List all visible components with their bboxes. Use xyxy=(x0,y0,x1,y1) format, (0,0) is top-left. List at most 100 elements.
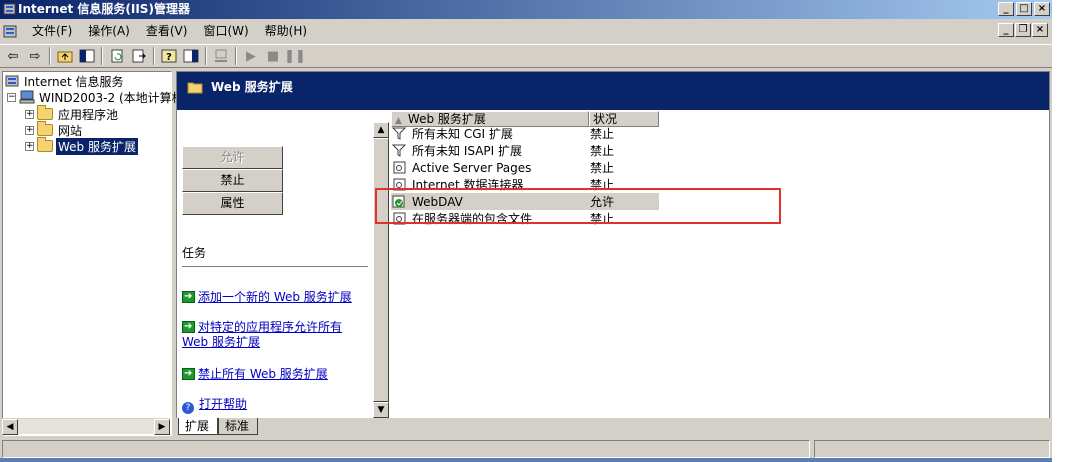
toolbar: ⇦ ⇨ ? ▶ ■ ❚❚ xyxy=(0,44,1052,68)
forward-icon[interactable]: ⇨ xyxy=(24,46,46,66)
tree-item-web-service-extensions[interactable]: + Web 服务扩展 xyxy=(25,136,139,156)
action-panel: 允许 禁止 属性 任务 添加一个新的 Web 服务扩展 对特定的应用程序允许所有… xyxy=(177,110,373,418)
computer-icon[interactable] xyxy=(210,46,232,66)
scroll-left-button[interactable]: ◀ xyxy=(2,419,18,435)
column-label: Web 服务扩展 xyxy=(407,112,486,126)
task-label: 打开帮助 xyxy=(199,397,248,411)
tree-root-label: Internet 信息服务 xyxy=(24,74,124,89)
mmc-document-icon xyxy=(3,25,17,38)
tree-item-label: Web 服务扩展 xyxy=(55,136,139,156)
details-pane: Web 服务扩展 允许 禁止 属性 任务 添加一个新的 Web 服务扩展 对特定… xyxy=(176,71,1050,418)
iis-app-icon xyxy=(3,3,16,15)
toolbar-separator xyxy=(153,47,155,65)
export-icon[interactable] xyxy=(128,46,150,66)
tree-computer[interactable]: − WIND2003-2 (本地计算机) xyxy=(7,89,190,105)
filter-icon xyxy=(391,144,407,158)
pane-title: Web 服务扩展 xyxy=(211,80,293,94)
menu-window[interactable]: 窗口(W) xyxy=(195,21,256,41)
toolbar-separator xyxy=(205,47,207,65)
status-panel-secondary xyxy=(814,440,1050,458)
computer-icon xyxy=(19,90,35,104)
title-bar[interactable]: Internet 信息服务(IIS)管理器 _ □ × xyxy=(0,0,1052,19)
scroll-up-button[interactable]: ▲ xyxy=(373,122,389,138)
folder-icon xyxy=(37,137,53,152)
expand-icon[interactable]: + xyxy=(25,125,34,135)
iis-manager-window: Internet 信息服务(IIS)管理器 _ □ × 文件(F) 操作(A) … xyxy=(0,0,1052,462)
tab-standard[interactable]: 标准 xyxy=(218,418,259,435)
task-arrow-icon xyxy=(182,289,195,304)
mdi-minimize-button[interactable]: _ xyxy=(998,23,1014,37)
pause-icon[interactable]: ❚❚ xyxy=(284,46,306,66)
taskbar-edge xyxy=(0,458,1052,462)
task-label: 添加一个新的 Web 服务扩展 xyxy=(198,290,352,304)
tree-item-label: 网站 xyxy=(58,123,83,138)
up-folder-icon[interactable] xyxy=(54,46,76,66)
tasks-heading: 任务 xyxy=(182,246,207,260)
highlight-box xyxy=(375,188,781,224)
help-icon[interactable]: ? xyxy=(158,46,180,66)
status-panel-main xyxy=(2,440,810,458)
properties-button[interactable]: 属性 xyxy=(182,192,283,215)
mdi-restore-button[interactable]: ❐ xyxy=(1015,23,1031,37)
show-tree-icon[interactable] xyxy=(76,46,98,66)
list-row[interactable]: 所有未知 CGI 扩展 禁止 xyxy=(391,125,659,142)
task-allow-all-for-app[interactable]: 对特定的应用程序允许所有 Web 服务扩展 xyxy=(182,319,368,350)
desktop-background xyxy=(1052,0,1082,462)
tree-item-app-pools[interactable]: + 应用程序池 xyxy=(25,105,120,122)
play-icon[interactable]: ▶ xyxy=(240,46,262,66)
menu-view[interactable]: 查看(V) xyxy=(138,21,196,41)
close-button[interactable]: × xyxy=(1034,2,1050,16)
expand-icon[interactable]: + xyxy=(25,109,34,119)
list-row[interactable]: 所有未知 ISAPI 扩展 禁止 xyxy=(391,142,659,159)
maximize-button[interactable]: □ xyxy=(1016,2,1032,16)
extension-name: 所有未知 CGI 扩展 xyxy=(412,127,513,141)
tree-pane: Internet 信息服务 − WIND2003-2 (本地计算机) + 应用程… xyxy=(2,71,188,436)
prohibit-button[interactable]: 禁止 xyxy=(182,169,283,192)
tree-horizontal-scrollbar[interactable]: ◀ ▶ xyxy=(2,418,170,435)
task-arrow-icon xyxy=(182,366,195,381)
list-row[interactable]: Active Server Pages 禁止 xyxy=(391,159,659,176)
status-bar xyxy=(0,438,1052,458)
filter-icon xyxy=(391,127,407,141)
toolbar-separator xyxy=(235,47,237,65)
column-label: 状况 xyxy=(593,112,618,126)
task-open-help[interactable]: ? 打开帮助 xyxy=(182,397,368,414)
console-icon[interactable] xyxy=(180,46,202,66)
pane-banner: Web 服务扩展 xyxy=(177,72,1049,110)
tab-extended[interactable]: 扩展 xyxy=(178,418,219,435)
mdi-close-button[interactable]: × xyxy=(1032,23,1048,37)
extension-name: 所有未知 ISAPI 扩展 xyxy=(412,144,522,158)
task-prohibit-all[interactable]: 禁止所有 Web 服务扩展 xyxy=(182,366,368,382)
task-label: 禁止所有 Web 服务扩展 xyxy=(198,367,328,381)
back-icon[interactable]: ⇦ xyxy=(2,46,24,66)
extension-status: 禁止 xyxy=(590,161,615,175)
minimize-button[interactable]: _ xyxy=(998,2,1014,16)
tree-root[interactable]: Internet 信息服务 xyxy=(5,73,125,89)
view-tabs: 扩展 标准 xyxy=(176,418,1050,436)
iis-root-icon xyxy=(5,75,19,87)
scroll-right-button[interactable]: ▶ xyxy=(154,419,170,435)
menu-file[interactable]: 文件(F) xyxy=(24,21,80,41)
toolbar-separator xyxy=(101,47,103,65)
task-label: 对特定的应用程序允许所有 Web 服务扩展 xyxy=(182,320,343,349)
extension-icon xyxy=(391,161,407,175)
folder-icon xyxy=(37,105,53,120)
tree-item-websites[interactable]: + 网站 xyxy=(25,121,84,138)
allow-button[interactable]: 允许 xyxy=(182,146,283,169)
tree-item-label: 应用程序池 xyxy=(58,107,119,122)
expand-icon[interactable]: + xyxy=(25,141,34,151)
task-add-extension[interactable]: 添加一个新的 Web 服务扩展 xyxy=(182,289,368,305)
menu-action[interactable]: 操作(A) xyxy=(80,21,138,41)
folder-icon xyxy=(37,121,53,136)
collapse-icon[interactable]: − xyxy=(7,92,16,102)
scroll-thumb[interactable] xyxy=(373,138,389,402)
scroll-down-button[interactable]: ▼ xyxy=(373,402,389,418)
action-panel-scrollbar[interactable]: ▲ ▼ xyxy=(373,122,389,418)
tasks-divider xyxy=(182,266,368,267)
menu-help[interactable]: 帮助(H) xyxy=(257,21,315,41)
stop-icon[interactable]: ■ xyxy=(262,46,284,66)
extension-status: 禁止 xyxy=(590,127,615,141)
extensions-list: ▲ Web 服务扩展 状况 所有未知 CGI 扩展 禁止 所有未知 ISAPI 扩… xyxy=(389,110,1049,418)
refresh-icon[interactable] xyxy=(106,46,128,66)
tree-computer-label: WIND2003-2 (本地计算机) xyxy=(39,90,189,105)
